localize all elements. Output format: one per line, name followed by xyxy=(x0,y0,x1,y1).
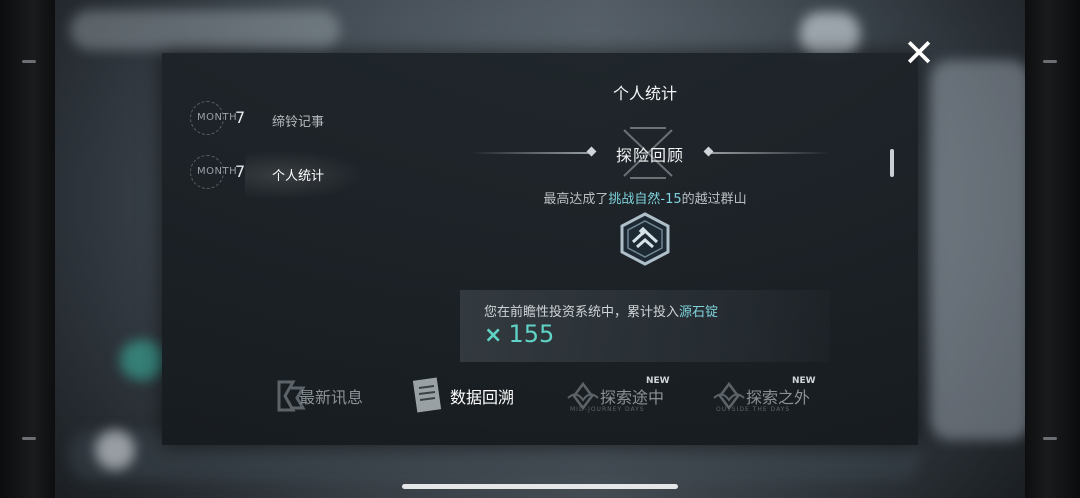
game-screen: MONTH 7 缔铃记事 MONTH 7 个人统计 个人统计 探险回顾 最高达成… xyxy=(0,0,1080,498)
divider-line xyxy=(710,152,830,154)
content-title: 个人统计 xyxy=(612,84,677,103)
background-blur xyxy=(120,340,165,380)
tab-label: 探索之外 xyxy=(746,388,811,407)
list-item-label: 缔铃记事 xyxy=(272,115,325,130)
achievement-prefix: 最高达成了 xyxy=(543,192,609,207)
tab-label: 数据回溯 xyxy=(450,388,515,407)
month-word: MONTH xyxy=(197,112,238,123)
new-badge: NEW xyxy=(792,376,816,386)
month-marker: MONTH xyxy=(190,155,237,189)
achievement-suffix: 的越过群山 xyxy=(681,192,747,207)
divider-line xyxy=(470,152,590,154)
background-blur xyxy=(70,10,340,50)
month-number: 7 xyxy=(235,108,246,127)
multiplier-icon: × xyxy=(484,323,503,348)
tab-outside-journey[interactable]: 探索之外 OUTSIDE THE DAYS NEW xyxy=(712,372,822,422)
new-badge: NEW xyxy=(646,376,670,386)
difficulty-badge-icon xyxy=(620,212,670,266)
achievement-highlight: 挑战自然-15 xyxy=(608,192,682,207)
device-bezel-right xyxy=(1025,0,1080,498)
tab-data-review[interactable]: 数据回溯 xyxy=(412,372,522,422)
bezel-mark xyxy=(1043,437,1057,440)
investment-total: × 155 xyxy=(484,320,554,348)
investment-currency: 源石锭 xyxy=(679,305,719,320)
tab-mid-journey[interactable]: 探索途中 MID-JOURNEY DAYS NEW xyxy=(566,372,676,422)
section-title: 探险回顾 xyxy=(615,146,684,165)
investment-text: 您在前瞻性投资系统中，累计投入源石锭 xyxy=(484,301,718,320)
scrollbar-thumb[interactable] xyxy=(890,149,894,177)
month-circle: MONTH xyxy=(190,155,237,189)
close-icon[interactable]: ✕ xyxy=(900,34,938,72)
tab-subtitle: OUTSIDE THE DAYS xyxy=(716,406,791,413)
device-bezel-left xyxy=(0,0,55,498)
home-indicator[interactable] xyxy=(402,484,678,489)
investment-value: 155 xyxy=(508,320,555,348)
bezel-mark xyxy=(1043,60,1057,63)
tab-subtitle: MID-JOURNEY DAYS xyxy=(570,406,645,413)
background-blur xyxy=(930,60,1030,440)
investment-prefix: 您在前瞻性投资系统中，累计投入 xyxy=(484,305,680,320)
bezel-mark xyxy=(22,437,36,440)
month-marker: MONTH xyxy=(190,101,237,135)
bezel-mark xyxy=(22,60,36,63)
month-number: 7 xyxy=(235,162,246,181)
tab-latest-news[interactable]: 最新讯息 xyxy=(275,372,375,422)
document-icon xyxy=(412,377,442,413)
tab-label: 探索途中 xyxy=(600,388,665,407)
section-header: 探险回顾 xyxy=(470,127,830,179)
list-item-label: 个人统计 xyxy=(272,169,325,184)
tab-label: 最新讯息 xyxy=(299,388,364,407)
achievement-text: 最高达成了挑战自然-15的越过群山 xyxy=(480,188,810,207)
background-blur xyxy=(95,430,135,470)
month-word: MONTH xyxy=(197,166,238,177)
month-circle: MONTH xyxy=(190,101,237,135)
diamond-ornament xyxy=(586,146,597,157)
background-blur xyxy=(800,12,860,57)
